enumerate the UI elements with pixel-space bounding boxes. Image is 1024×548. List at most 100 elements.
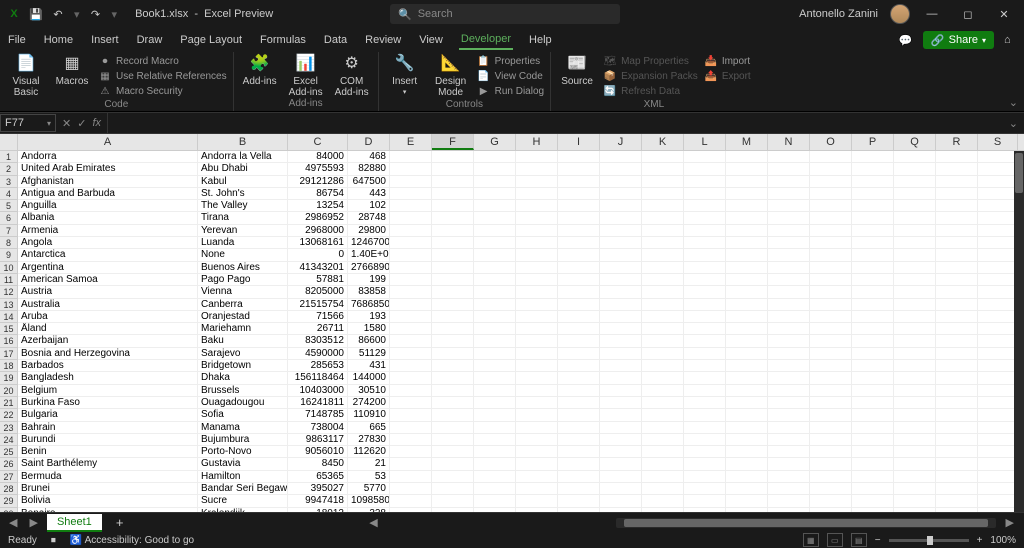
cell[interactable] — [516, 335, 558, 347]
cell[interactable] — [516, 372, 558, 384]
cell[interactable] — [642, 262, 684, 274]
col-header-C[interactable]: C — [288, 134, 348, 150]
cell[interactable] — [600, 458, 642, 470]
cell[interactable] — [810, 249, 852, 261]
cell[interactable] — [726, 299, 768, 311]
cell[interactable] — [558, 200, 600, 212]
row-header[interactable]: 20 — [0, 385, 18, 397]
cell[interactable] — [936, 348, 978, 360]
cell[interactable]: 8205000 — [288, 286, 348, 298]
cell[interactable] — [768, 397, 810, 409]
row-header[interactable]: 11 — [0, 274, 18, 286]
cell[interactable] — [642, 422, 684, 434]
cell[interactable]: 29121286 — [288, 176, 348, 188]
cell[interactable] — [390, 188, 432, 200]
cell[interactable] — [684, 483, 726, 495]
user-name[interactable]: Antonello Zanini — [799, 8, 878, 20]
cell[interactable] — [852, 237, 894, 249]
col-header-I[interactable]: I — [558, 134, 600, 150]
col-header-G[interactable]: G — [474, 134, 516, 150]
cell[interactable] — [432, 262, 474, 274]
cell[interactable] — [684, 262, 726, 274]
cell[interactable]: Andorra — [18, 151, 198, 163]
view-normal-icon[interactable]: ▦ — [803, 533, 819, 547]
cell[interactable] — [432, 495, 474, 507]
cell[interactable]: Anguilla — [18, 200, 198, 212]
cell[interactable] — [852, 249, 894, 261]
cell[interactable] — [810, 262, 852, 274]
cell[interactable] — [432, 176, 474, 188]
cell[interactable] — [852, 372, 894, 384]
cell[interactable] — [558, 262, 600, 274]
cell[interactable]: 21 — [348, 458, 390, 470]
cell[interactable] — [684, 434, 726, 446]
cell[interactable] — [432, 163, 474, 175]
cell[interactable]: Sofia — [198, 409, 288, 421]
cell[interactable] — [936, 422, 978, 434]
design-mode-button[interactable]: 📐Design Mode — [431, 54, 471, 98]
cell[interactable] — [936, 151, 978, 163]
cell[interactable] — [642, 311, 684, 323]
cell[interactable] — [768, 434, 810, 446]
cell[interactable] — [600, 360, 642, 372]
cell[interactable] — [936, 200, 978, 212]
cell[interactable] — [600, 212, 642, 224]
cell[interactable] — [768, 323, 810, 335]
vertical-scrollbar[interactable] — [1014, 151, 1024, 512]
cell[interactable]: 112620 — [348, 446, 390, 458]
cell[interactable] — [852, 274, 894, 286]
cell[interactable] — [432, 225, 474, 237]
cell[interactable] — [600, 434, 642, 446]
cell[interactable] — [852, 434, 894, 446]
cell[interactable] — [432, 249, 474, 261]
cell[interactable] — [684, 163, 726, 175]
cell[interactable]: Baku — [198, 335, 288, 347]
cell[interactable] — [390, 212, 432, 224]
cell[interactable] — [810, 274, 852, 286]
cell[interactable] — [978, 385, 1018, 397]
row-header[interactable]: 10 — [0, 262, 18, 274]
minimize-button[interactable]: — — [918, 0, 946, 28]
cell[interactable] — [810, 422, 852, 434]
cell[interactable] — [936, 409, 978, 421]
tab-draw[interactable]: Draw — [135, 31, 165, 49]
cell[interactable] — [600, 200, 642, 212]
cell[interactable] — [558, 372, 600, 384]
cell[interactable] — [642, 483, 684, 495]
cell[interactable] — [810, 409, 852, 421]
cell[interactable] — [432, 335, 474, 347]
cell[interactable] — [474, 446, 516, 458]
tab-home[interactable]: Home — [42, 31, 75, 49]
cell[interactable]: 110910 — [348, 409, 390, 421]
cell[interactable] — [474, 335, 516, 347]
cell[interactable] — [894, 323, 936, 335]
cancel-formula-icon[interactable]: ✕ — [62, 117, 71, 130]
tab-page-layout[interactable]: Page Layout — [178, 31, 244, 49]
cell[interactable] — [936, 471, 978, 483]
cell[interactable]: Tirana — [198, 212, 288, 224]
cell[interactable] — [600, 483, 642, 495]
macro-security-button[interactable]: ⚠Macro Security — [98, 84, 227, 99]
cell[interactable] — [768, 495, 810, 507]
cell[interactable] — [726, 163, 768, 175]
cell[interactable] — [894, 495, 936, 507]
cell[interactable] — [768, 163, 810, 175]
cell[interactable]: 285653 — [288, 360, 348, 372]
cell[interactable] — [600, 311, 642, 323]
cell[interactable] — [516, 262, 558, 274]
cell[interactable] — [978, 446, 1018, 458]
cell[interactable]: Canberra — [198, 299, 288, 311]
cell[interactable] — [558, 323, 600, 335]
cell[interactable] — [768, 151, 810, 163]
cell[interactable] — [726, 262, 768, 274]
cell[interactable] — [390, 237, 432, 249]
cell[interactable] — [978, 409, 1018, 421]
cell[interactable] — [978, 176, 1018, 188]
cell[interactable] — [390, 508, 432, 512]
cell[interactable] — [768, 385, 810, 397]
cell[interactable] — [726, 360, 768, 372]
cell[interactable] — [894, 372, 936, 384]
cell[interactable]: 51129 — [348, 348, 390, 360]
expand-formula-icon[interactable]: ⌄ — [1003, 117, 1024, 130]
col-header-F[interactable]: F — [432, 134, 474, 150]
